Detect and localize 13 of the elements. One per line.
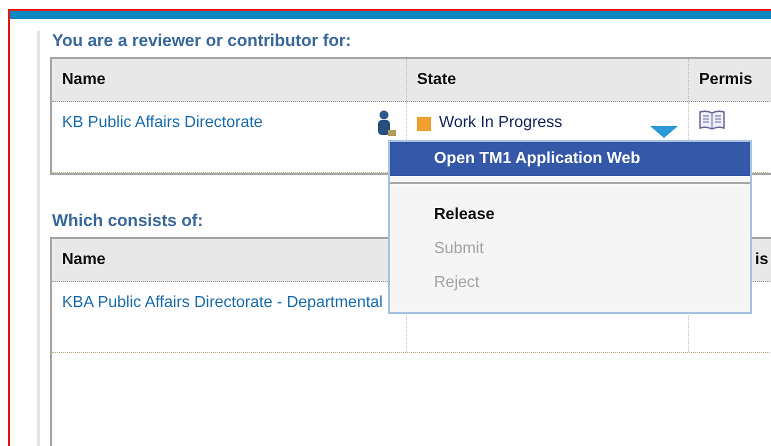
book-icon[interactable]	[699, 110, 725, 130]
column-header: State	[407, 59, 689, 101]
person-icon	[376, 110, 396, 136]
menu-item[interactable]: Open TM1 Application Web	[390, 142, 750, 176]
dropdown-icon[interactable]	[650, 126, 678, 138]
menu-item[interactable]: Release	[390, 198, 750, 232]
state-label: Work In Progress	[439, 113, 564, 133]
column-header: Name	[52, 59, 407, 101]
column-header: is	[754, 250, 770, 270]
column-header: Permis	[698, 70, 754, 90]
name-link[interactable]: KB Public Affairs Directorate	[62, 110, 368, 136]
section-heading: You are a reviewer or contributor for:	[52, 31, 352, 51]
section-heading: Which consists of:	[52, 211, 204, 231]
